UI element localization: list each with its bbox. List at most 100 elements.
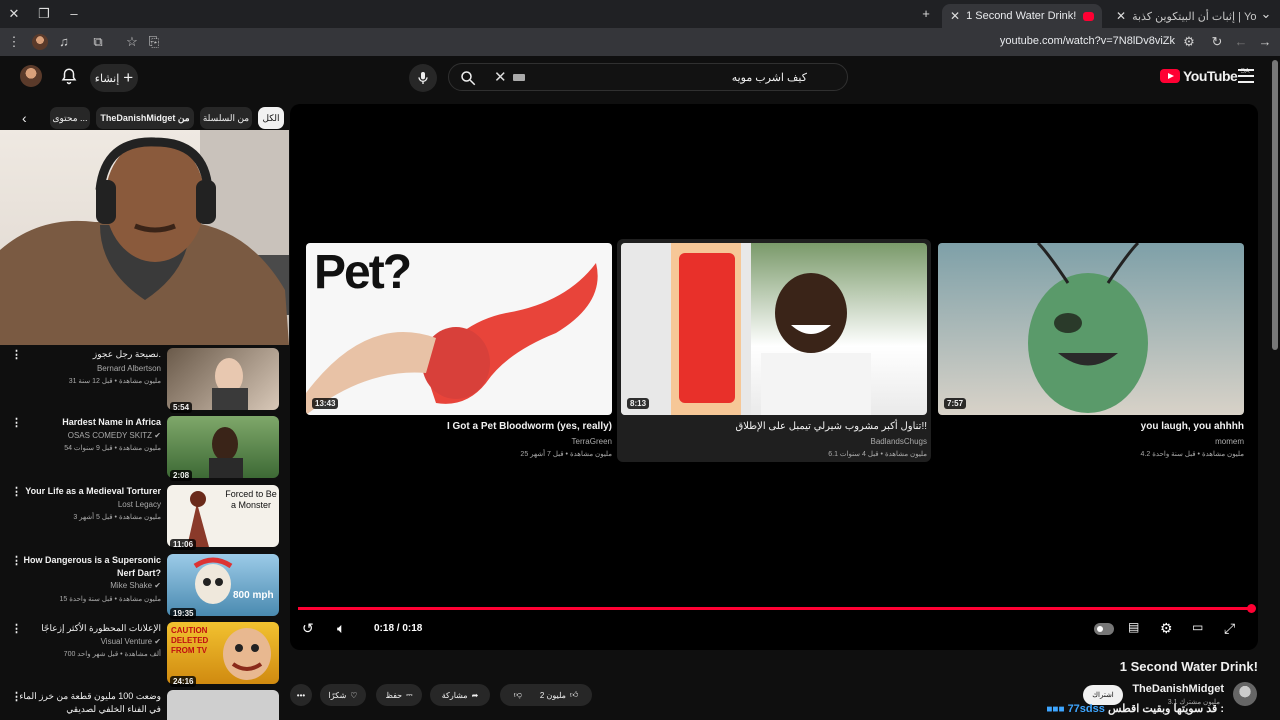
window-restore-icon[interactable]: ❐ bbox=[36, 6, 52, 22]
video-thumbnail[interactable]: 800 mph bbox=[167, 554, 279, 616]
notifications-bell-icon[interactable] bbox=[60, 67, 78, 85]
save-button[interactable]: حفظ ⎓ bbox=[376, 684, 422, 706]
comment-overlay: ■■■ 77sdss قد سويتها وبقيت اقطس : bbox=[1046, 702, 1224, 715]
more-actions-button[interactable]: ••• bbox=[290, 684, 312, 706]
list-item[interactable]: ⋮ وضعت 100 مليون قطعة من خرز الماء في ال… bbox=[0, 687, 290, 720]
channel-owner-name[interactable]: TheDanishMidget bbox=[1132, 683, 1224, 695]
extensions-icon[interactable]: ⧉ bbox=[90, 34, 106, 50]
list-item[interactable]: ⋮ CAUTION DELETED FROM TV 24:16 الإعلانا… bbox=[0, 619, 290, 687]
keyboard-icon[interactable] bbox=[513, 74, 525, 81]
chevron-left-icon[interactable]: ‹ bbox=[22, 110, 27, 126]
subtitles-icon[interactable]: ▤ bbox=[1128, 620, 1139, 634]
video-player[interactable]: Pet? 13:43 I Got a Pet Bloodworm (yes, r… bbox=[290, 104, 1258, 650]
close-icon[interactable]: ✕ bbox=[1116, 9, 1126, 23]
video-title[interactable]: Your Life as a Medieval Torturer bbox=[11, 485, 161, 498]
channel-name[interactable]: Bernard Albertson bbox=[97, 364, 161, 373]
site-settings-icon[interactable]: ⚙ bbox=[1181, 34, 1197, 50]
account-avatar[interactable] bbox=[20, 65, 42, 87]
video-thumbnail[interactable]: CAUTION DELETED FROM TV bbox=[167, 622, 279, 684]
media-icon[interactable]: ♫ bbox=[56, 34, 72, 49]
voice-search-button[interactable] bbox=[409, 64, 437, 92]
video-title[interactable]: How Dangerous is a Supersonic Nerf Dart? bbox=[11, 554, 161, 580]
microphone-icon bbox=[418, 72, 428, 84]
dislike-icon[interactable]: 👎︎ bbox=[514, 690, 522, 700]
endscreen-card[interactable]: 8:13 تناول أكبر مشروب شيرلي تيمبل على ال… bbox=[617, 239, 931, 462]
search-input[interactable]: كيف اشرب مويه bbox=[732, 71, 807, 84]
share-button[interactable]: مشاركة ➦ bbox=[430, 684, 490, 706]
thanks-button[interactable]: شكرًا ♡ bbox=[320, 684, 366, 706]
browser-tabbar: ⌄ ✕ إثبات أن البيتكوين كذبة | YouTube ✕ … bbox=[0, 0, 1280, 28]
channel-name[interactable]: momem bbox=[938, 437, 1244, 446]
back-icon[interactable]: → bbox=[1257, 34, 1273, 49]
youtube-logo[interactable]: YouTube SA bbox=[1160, 68, 1250, 84]
video-thumbnail[interactable] bbox=[167, 348, 279, 410]
bookmark-star-icon[interactable]: ☆ bbox=[124, 34, 140, 50]
progress-bar[interactable] bbox=[298, 604, 1256, 613]
browser-menu-icon[interactable]: ⋮ bbox=[6, 34, 22, 50]
verified-icon: ✔ bbox=[154, 431, 161, 440]
video-meta: 700 ألف مشاهدة • قبل شهر واحد bbox=[63, 651, 161, 658]
video-title-heading: 1 Second Water Drink! bbox=[1119, 659, 1258, 674]
progress-scrubber[interactable] bbox=[1247, 604, 1256, 613]
video-title[interactable]: نصيحة رجل عجوز. bbox=[11, 348, 161, 361]
video-thumbnail[interactable] bbox=[167, 690, 279, 720]
video-title[interactable]: I Got a Pet Bloodworm (yes, really) bbox=[306, 421, 612, 432]
reload-icon[interactable]: ↻ bbox=[1209, 34, 1225, 50]
chip-content[interactable]: محتوى ... bbox=[50, 107, 90, 129]
guide-menu-icon[interactable] bbox=[1238, 69, 1254, 83]
list-item[interactable]: ⋮ 2:08 Hardest Name in Africa OSAS COMED… bbox=[0, 413, 290, 481]
video-title[interactable]: تناول أكبر مشروب شيرلي تيمبل على الإطلاق… bbox=[621, 421, 927, 432]
list-item[interactable]: ⋮ 5:54 نصيحة رجل عجوز. Bernard Albertson… bbox=[0, 345, 290, 413]
fullscreen-icon[interactable]: ⤢ bbox=[1224, 620, 1235, 637]
video-meta: 6.1 مليون مشاهدة • قبل 4 سنوات bbox=[828, 451, 927, 458]
endscreen-card[interactable]: 7:57 you laugh, you ahhhh momem 4.2 مليو… bbox=[938, 243, 1244, 458]
like-dislike-buttons[interactable]: 👎︎ 2 مليون 👍︎ bbox=[500, 684, 592, 706]
close-icon[interactable]: ✕ bbox=[950, 9, 960, 23]
channel-name[interactable]: TerraGreen bbox=[306, 437, 612, 446]
window-close-icon[interactable]: ✕ bbox=[6, 6, 22, 22]
create-label: إنشاء bbox=[94, 72, 120, 85]
window-minimize-icon[interactable]: – bbox=[66, 6, 82, 21]
channel-label: OSAS COMEDY SKITZ bbox=[67, 431, 153, 440]
replay-icon[interactable]: ↺ bbox=[302, 620, 314, 637]
like-icon[interactable]: 👍︎ bbox=[570, 690, 578, 700]
page-scrollbar[interactable] bbox=[1272, 60, 1278, 350]
volume-icon[interactable]: 🔈︎ bbox=[337, 620, 345, 637]
video-title[interactable]: you laugh, you ahhhh bbox=[938, 421, 1244, 432]
autoplay-toggle[interactable] bbox=[1094, 623, 1114, 635]
video-thumbnail[interactable]: 7:57 bbox=[938, 243, 1244, 415]
miniplayer-icon[interactable]: ▭ bbox=[1192, 620, 1203, 634]
channel-name[interactable]: BadlandsChugs bbox=[621, 437, 927, 446]
video-thumbnail[interactable]: 8:13 bbox=[621, 243, 927, 415]
channel-name[interactable]: Lost Legacy bbox=[118, 500, 161, 509]
chip-from-series[interactable]: من السلسلة bbox=[200, 107, 252, 129]
share-page-icon[interactable]: ⎘ bbox=[146, 34, 162, 50]
tab-bitcoin[interactable]: ✕ إثبات أن البيتكوين كذبة | YouTube bbox=[1108, 4, 1256, 28]
forward-icon[interactable]: ← bbox=[1233, 34, 1249, 49]
url-field[interactable]: youtube.com/watch?v=7N8lDv8viZk bbox=[1000, 35, 1175, 47]
create-button[interactable]: إنشاء + bbox=[90, 64, 138, 92]
list-item[interactable]: ⋮ 800 mph 19:35 How Dangerous is a Super… bbox=[0, 551, 290, 619]
video-title[interactable]: وضعت 100 مليون قطعة من خرز الماء في الفن… bbox=[11, 690, 161, 716]
video-thumbnail[interactable] bbox=[167, 416, 279, 478]
tab-search-icon[interactable]: ⌄ bbox=[1258, 6, 1274, 22]
list-item[interactable]: ⋮ Forced to Be a Monster 11:06 Your Life… bbox=[0, 482, 290, 550]
chip-from-channel[interactable]: TheDanishMidget من bbox=[96, 107, 194, 129]
profile-avatar[interactable] bbox=[32, 34, 48, 50]
video-title[interactable]: Hardest Name in Africa bbox=[11, 416, 161, 429]
search-icon[interactable] bbox=[459, 69, 477, 87]
chip-all[interactable]: الكل bbox=[258, 107, 284, 129]
settings-gear-icon[interactable]: ⚙ bbox=[1160, 620, 1173, 637]
channel-name[interactable]: Visual Venture ✔ bbox=[101, 637, 161, 646]
endscreen-card[interactable]: Pet? 13:43 I Got a Pet Bloodworm (yes, r… bbox=[306, 243, 612, 458]
video-title[interactable]: الإعلانات المحظورة الأكثر إزعاجًا bbox=[11, 622, 161, 635]
channel-name[interactable]: OSAS COMEDY SKITZ ✔ bbox=[68, 431, 161, 440]
tab-current[interactable]: ✕ 1 Second Water Drink! - YouTube bbox=[942, 4, 1102, 28]
video-thumbnail[interactable]: Pet? 13:43 bbox=[306, 243, 612, 415]
channel-avatar[interactable] bbox=[1233, 682, 1257, 706]
video-thumbnail[interactable]: Forced to Be a Monster bbox=[167, 485, 279, 547]
clear-search-icon[interactable]: ✕ bbox=[494, 68, 507, 86]
new-tab-icon[interactable]: + bbox=[918, 6, 934, 21]
search-box[interactable]: ✕ كيف اشرب مويه bbox=[448, 63, 848, 91]
channel-name[interactable]: Mike Shake ✔ bbox=[110, 581, 161, 590]
